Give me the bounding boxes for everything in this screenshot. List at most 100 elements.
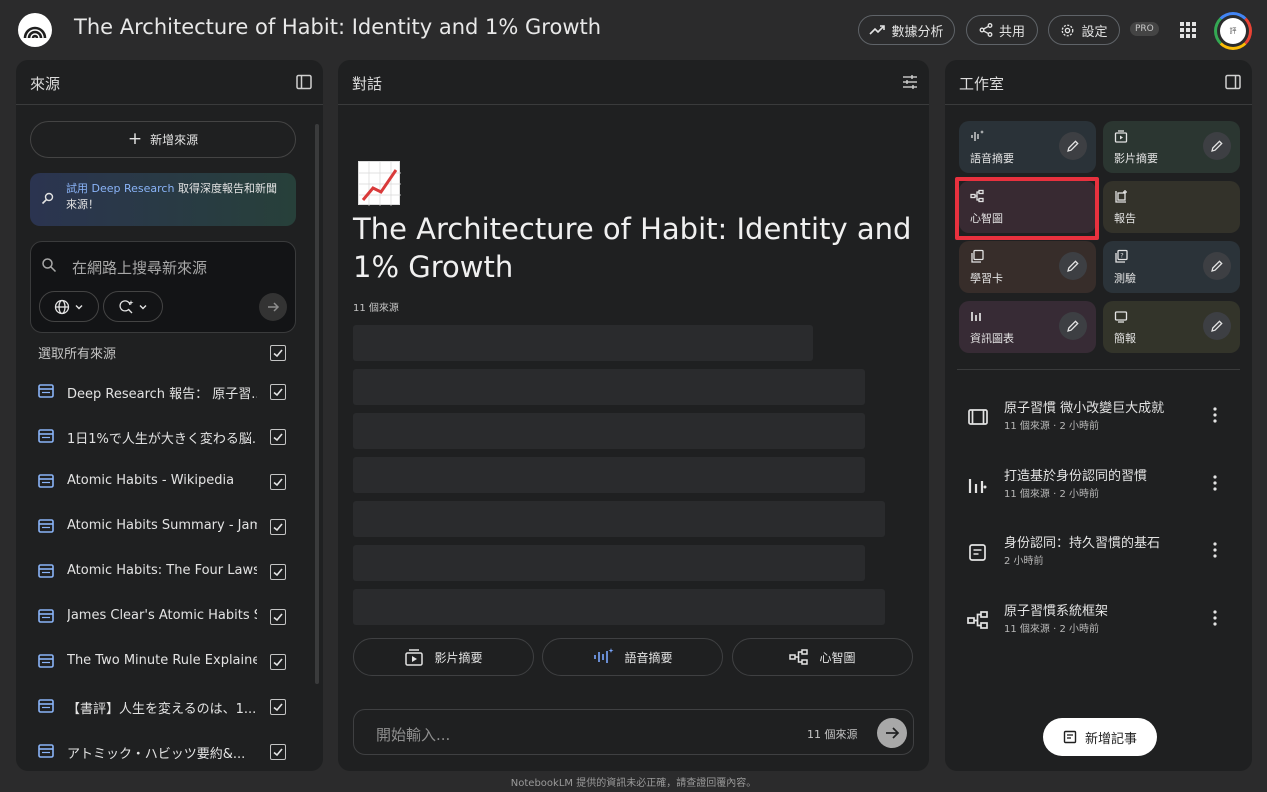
- source-checkbox[interactable]: [270, 384, 286, 400]
- web-search-input[interactable]: 在網路上搜尋新來源: [72, 257, 207, 278]
- source-item-label: 【書評】人生を変えるのは、1...: [67, 702, 257, 717]
- studio-panel: 工作室 語音摘要 影片摘要 心智圖 報告 學習卡? 測驗 資訊圖表 簡報 原子習慣 微小改變巨…: [945, 60, 1252, 771]
- source-checkbox[interactable]: [270, 699, 286, 715]
- source-item[interactable]: アトミック・ハビッツ要約&...: [38, 740, 290, 764]
- more-options-icon[interactable]: [1210, 540, 1220, 560]
- collapse-panel-icon[interactable]: [295, 73, 313, 91]
- notebooklm-logo-icon[interactable]: [18, 13, 52, 47]
- edit-button[interactable]: [1203, 312, 1231, 340]
- tune-icon[interactable]: [901, 73, 919, 91]
- check-icon: [273, 703, 283, 712]
- analytics-button[interactable]: 數據分析: [858, 15, 955, 45]
- edit-icon: [1211, 320, 1223, 332]
- mind-map-button[interactable]: 心智圖: [732, 638, 913, 676]
- chat-header: 對話: [338, 60, 929, 105]
- studio-tile-label: 測驗: [1114, 272, 1136, 285]
- source-checkbox[interactable]: [270, 519, 286, 535]
- source-checkbox[interactable]: [270, 654, 286, 670]
- source-item[interactable]: James Clear's Atomic Habits S...: [38, 605, 290, 629]
- source-item[interactable]: The Two Minute Rule Explaine...: [38, 650, 290, 674]
- studio-tile-label: 報告: [1114, 212, 1136, 225]
- check-icon: [273, 568, 283, 577]
- studio-tile-infographic[interactable]: 資訊圖表: [959, 301, 1096, 353]
- disclaimer-footer: NotebookLM 提供的資訊未必正確，請查證回覆內容。: [510, 778, 757, 789]
- studio-tile-video-overview[interactable]: 影片摘要: [1103, 121, 1240, 173]
- web-search-box: 在網路上搜尋新來源: [30, 241, 296, 333]
- studio-tile-slides[interactable]: 簡報: [1103, 301, 1240, 353]
- edit-button[interactable]: [1203, 252, 1231, 280]
- mind-map-icon: [789, 649, 809, 665]
- pro-badge: PRO: [1130, 22, 1159, 36]
- avatar-text: 評: [1220, 18, 1246, 44]
- note-meta: 11 個來源 · 2 小時前: [1004, 623, 1099, 635]
- studio-divider: [957, 369, 1240, 370]
- edit-button[interactable]: [1059, 252, 1087, 280]
- studio-tile-report[interactable]: 報告: [1103, 181, 1240, 233]
- source-checkbox[interactable]: [270, 429, 286, 445]
- share-button[interactable]: 共用: [966, 15, 1038, 45]
- deep-research-banner[interactable]: 試用 Deep Research 取得深度報告和新聞來源！: [30, 173, 296, 226]
- check-icon: [273, 613, 283, 622]
- avatar[interactable]: 評: [1214, 12, 1252, 50]
- edit-button[interactable]: [1059, 132, 1087, 160]
- settings-button[interactable]: 設定: [1048, 15, 1120, 45]
- search-submit-button[interactable]: [259, 293, 287, 321]
- search-scope-dropdown[interactable]: [39, 291, 99, 322]
- studio-note-item[interactable]: 打造基於身份認同的習慣 11 個來源 · 2 小時前: [959, 463, 1239, 507]
- apps-grid-icon[interactable]: [1179, 21, 1197, 39]
- sources-scrollbar[interactable]: [315, 124, 319, 684]
- send-button[interactable]: [877, 718, 907, 748]
- loading-placeholder: [353, 325, 813, 361]
- slides-icon: [1114, 311, 1128, 323]
- chat-input[interactable]: 開始輸入... 11 個來源: [353, 709, 914, 755]
- chat-input-placeholder: 開始輸入...: [376, 726, 451, 744]
- edit-button[interactable]: [1203, 132, 1231, 160]
- source-item-label: Atomic Habits - Wikipedia: [67, 473, 235, 488]
- studio-note-item[interactable]: 身份認同：持久習慣的基石 2 小時前: [959, 530, 1239, 574]
- research-spark-icon: [119, 299, 134, 313]
- more-options-icon[interactable]: [1210, 608, 1220, 628]
- studio-tile-audio-overview[interactable]: 語音摘要: [959, 121, 1096, 173]
- source-item[interactable]: Atomic Habits Summary - Jam...: [38, 515, 290, 539]
- note-meta: 11 個來源 · 2 小時前: [1004, 488, 1099, 500]
- add-source-label: 新增來源: [150, 133, 199, 147]
- add-note-button[interactable]: 新增記事: [1043, 718, 1157, 756]
- studio-note-item[interactable]: 原子習慣系統框架 11 個來源 · 2 小時前: [959, 598, 1239, 642]
- source-checkbox[interactable]: [270, 474, 286, 490]
- audio-overview-icon: [594, 648, 614, 663]
- source-item[interactable]: Deep Research 報告： 原子習...: [38, 380, 290, 404]
- loading-placeholder: [353, 589, 885, 625]
- studio-tile-quiz[interactable]: ? 測驗: [1103, 241, 1240, 293]
- edit-icon: [1211, 260, 1223, 272]
- chat-panel: 對話 The Architecture of Habit: Identity a…: [338, 60, 929, 771]
- studio-tile-flashcards[interactable]: 學習卡: [959, 241, 1096, 293]
- source-item[interactable]: 1日1%で人生が大きく変わる脳...: [38, 425, 290, 449]
- sources-title: 來源: [30, 75, 61, 93]
- edit-button[interactable]: [1059, 312, 1087, 340]
- source-item[interactable]: 【書評】人生を変えるのは、1...: [38, 695, 290, 719]
- research-mode-dropdown[interactable]: [103, 291, 163, 322]
- source-item[interactable]: Atomic Habits: The Four Laws ...: [38, 560, 290, 584]
- source-checkbox[interactable]: [270, 744, 286, 760]
- add-source-button[interactable]: + 新增來源: [30, 121, 296, 158]
- select-all-checkbox[interactable]: [270, 345, 286, 361]
- audio-overview-button[interactable]: 語音摘要: [542, 638, 723, 676]
- select-all-label: 選取所有來源: [38, 347, 117, 362]
- studio-tile-label: 語音摘要: [970, 152, 1014, 165]
- video-overview-button[interactable]: 影片摘要: [353, 638, 534, 676]
- collapse-panel-icon[interactable]: [1224, 73, 1242, 91]
- audio-overview-label: 語音摘要: [624, 650, 673, 665]
- check-icon: [273, 478, 283, 487]
- webpage-icon: [38, 564, 54, 578]
- studio-note-item[interactable]: 原子習慣 微小改變巨大成就 11 個來源 · 2 小時前: [959, 395, 1239, 439]
- source-checkbox[interactable]: [270, 564, 286, 580]
- more-options-icon[interactable]: [1210, 473, 1220, 493]
- notebook-title[interactable]: The Architecture of Habit: Identity and …: [74, 15, 601, 39]
- quiz-icon: ?: [1115, 249, 1128, 263]
- source-item[interactable]: Atomic Habits - Wikipedia: [38, 470, 290, 494]
- edit-icon: [1211, 140, 1223, 152]
- deep-research-link[interactable]: Deep Research: [92, 182, 175, 195]
- flashcards-icon: [971, 249, 984, 263]
- source-checkbox[interactable]: [270, 609, 286, 625]
- more-options-icon[interactable]: [1210, 405, 1220, 425]
